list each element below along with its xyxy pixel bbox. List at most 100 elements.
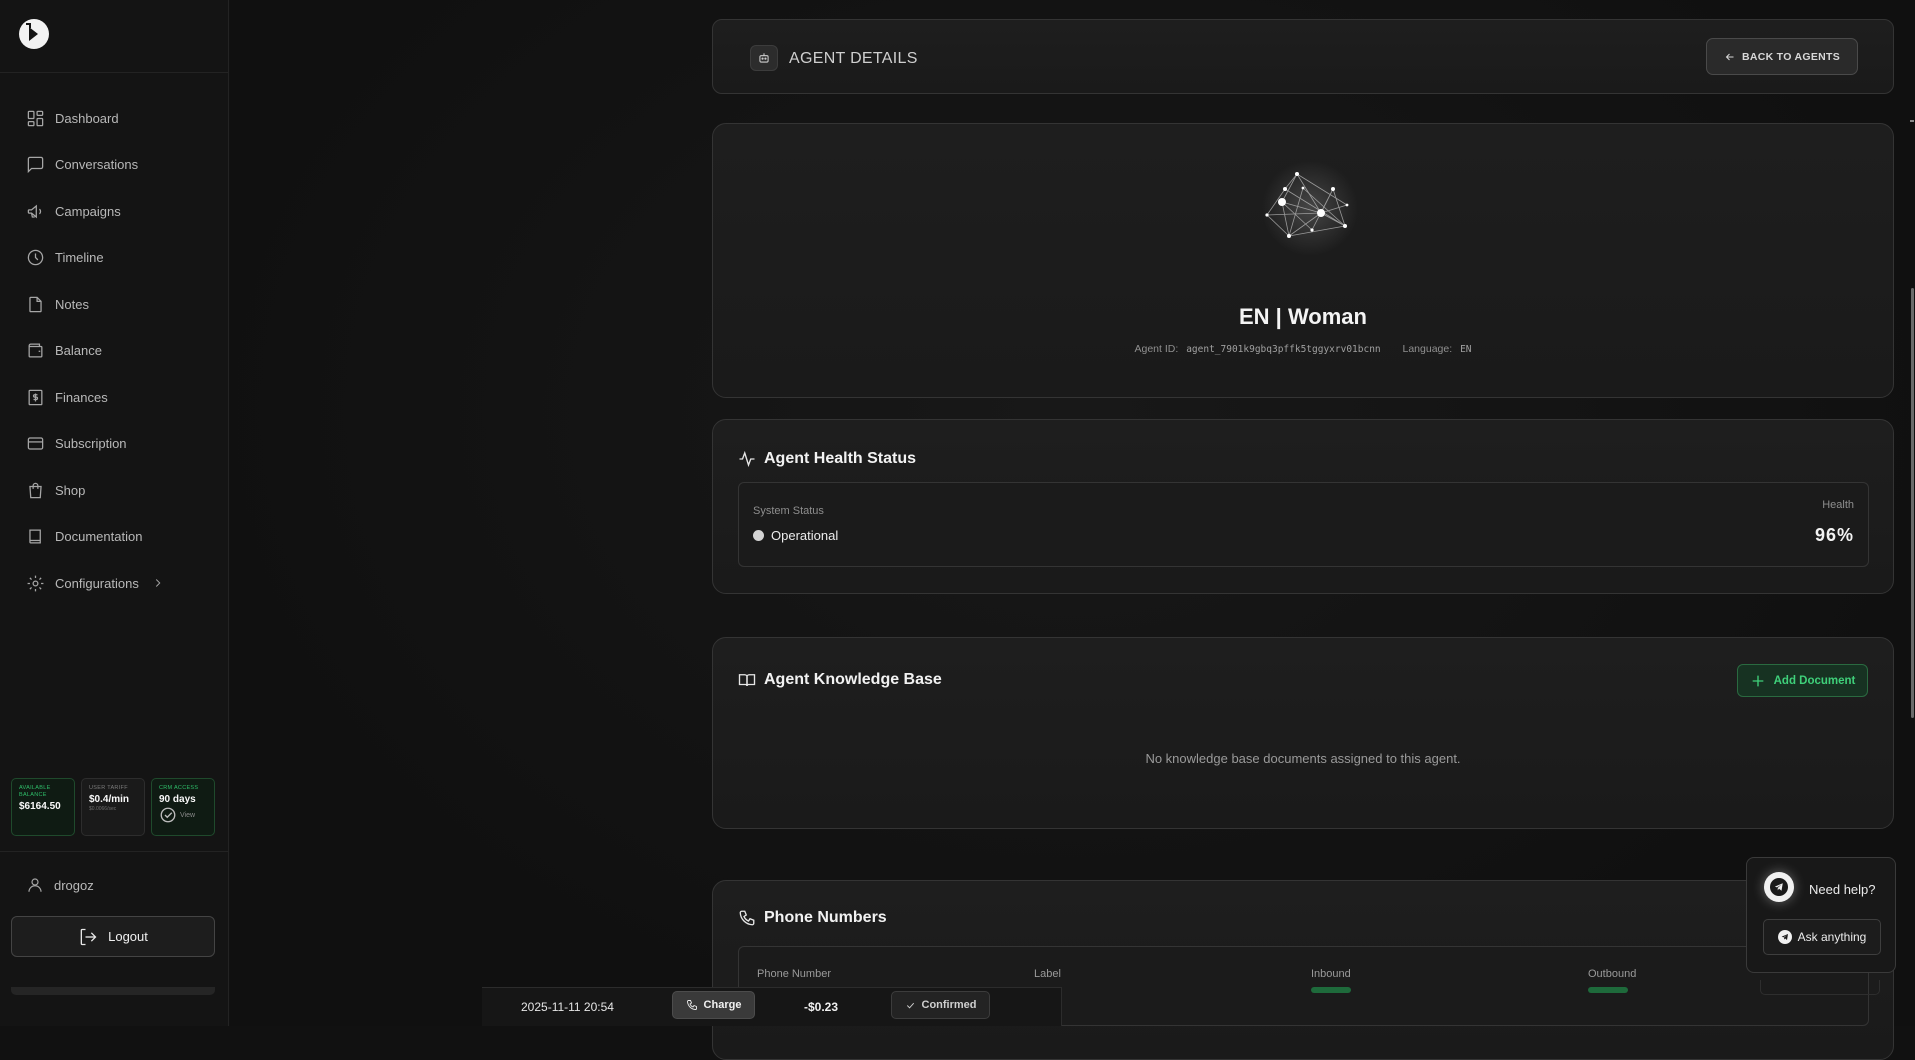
sidebar-item-label: Finances xyxy=(55,389,108,405)
agent-meta: Agent ID: agent_7901k9gbq3pffk5tggyxrv01… xyxy=(713,343,1893,355)
sidebar-nav: Dashboard Conversations Campaigns Timeli… xyxy=(0,95,229,607)
page-title: AGENT DETAILS xyxy=(789,50,918,67)
message-square-icon xyxy=(27,156,44,174)
sidebar-item-timeline[interactable]: Timeline xyxy=(0,235,229,282)
user-profile[interactable]: drogoz xyxy=(26,876,94,894)
sidebar-item-campaigns[interactable]: Campaigns xyxy=(0,188,229,235)
file-icon xyxy=(29,296,42,313)
activity-icon xyxy=(739,450,755,468)
user-icon xyxy=(28,878,42,892)
col-label: Label xyxy=(1034,968,1061,980)
system-status: Operational xyxy=(753,528,838,543)
logout-button[interactable]: Logout xyxy=(11,916,215,957)
agent-profile-card: EN | Woman Agent ID: agent_7901k9gbq3pff… xyxy=(712,123,1894,398)
sidebar-item-label: Shop xyxy=(55,482,86,498)
sidebar-item-subscription[interactable]: Subscription xyxy=(0,421,229,468)
dollar-square-icon xyxy=(28,389,43,406)
back-to-agents-button[interactable]: BACK TO AGENTS xyxy=(1706,38,1858,75)
balance-stat-value: $6164.50 xyxy=(19,801,61,812)
sidebar-item-finances[interactable]: Finances xyxy=(0,374,229,421)
transaction-type: Charge xyxy=(703,999,742,1011)
knowledge-title-text: Agent Knowledge Base xyxy=(764,671,942,688)
crm-stat-label: CRM Access xyxy=(159,785,199,791)
status-dot-icon xyxy=(753,530,764,541)
app-logo-icon[interactable] xyxy=(18,18,50,50)
phone-numbers-card: Phone Numbers Phone Number Label Inbound… xyxy=(712,880,1894,1060)
col-inbound: Inbound xyxy=(1311,968,1351,980)
tariff-stat[interactable]: User Tariff $0.4/min $0.0066/sec xyxy=(81,778,145,836)
transaction-amount: -$0.23 xyxy=(804,1000,839,1014)
sidebar-item-label: Campaigns xyxy=(55,203,121,219)
sidebar-item-notes[interactable]: Notes xyxy=(0,281,229,328)
sidebar-item-dashboard[interactable]: Dashboard xyxy=(0,95,229,142)
sidebar-item-shop[interactable]: Shop xyxy=(0,467,229,514)
agent-name: EN | Woman xyxy=(1239,304,1367,329)
language-label: Language: xyxy=(1402,343,1453,355)
credit-card-icon xyxy=(27,437,44,450)
username: drogoz xyxy=(54,877,94,893)
health-section-title: Agent Health Status xyxy=(738,450,916,468)
col-phone-number: Phone Number xyxy=(757,968,831,980)
transaction-date: 2025-11-11 20:54 xyxy=(521,1000,614,1014)
clock-icon xyxy=(27,249,44,266)
transaction-type-badge: Charge xyxy=(672,991,755,1019)
logout-icon xyxy=(80,928,97,945)
crm-view-label: View xyxy=(180,811,196,819)
ask-anything-button[interactable]: Ask anything xyxy=(1763,919,1881,955)
tariff-stat-sub: $0.0066/sec xyxy=(89,806,117,812)
dashboard-icon xyxy=(27,110,44,127)
col-outbound: Outbound xyxy=(1588,968,1637,980)
scrollbar-thumb[interactable] xyxy=(1911,288,1914,718)
language-value: EN xyxy=(1460,344,1472,355)
transaction-status-badge: Confirmed xyxy=(891,991,990,1019)
agent-id-value[interactable]: agent_7901k9gbq3pffk5tggyxrv01bcnn xyxy=(1186,344,1380,355)
back-label: BACK TO AGENTS xyxy=(1741,50,1841,63)
tariff-stat-value: $0.4/min xyxy=(89,794,130,805)
phone-section-title: Phone Numbers xyxy=(738,909,887,927)
help-title: Need help? xyxy=(1809,882,1876,897)
book-open-icon xyxy=(738,674,756,687)
balance-stat[interactable]: Available Balance $6164.50 xyxy=(11,778,75,836)
chevron-right-icon[interactable] xyxy=(151,576,165,590)
sidebar-item-documentation[interactable]: Documentation xyxy=(0,514,229,561)
sidebar-item-label: Configurations xyxy=(55,575,139,591)
crm-stat-value: 90 days xyxy=(159,794,196,805)
health-panel: System Status Operational Health 96% xyxy=(738,482,1869,567)
wallet-icon xyxy=(28,343,43,358)
phone-title-text: Phone Numbers xyxy=(764,909,887,926)
phone-icon xyxy=(739,910,755,926)
page-header: AGENT DETAILS BACK TO AGENTS xyxy=(712,19,1894,94)
add-document-label: Add Document xyxy=(1773,674,1856,687)
add-document-button[interactable]: Add Document xyxy=(1737,664,1868,697)
sidebar-item-balance[interactable]: Balance xyxy=(0,328,229,375)
arrow-left-icon xyxy=(1725,53,1734,60)
sidebar-item-label: Documentation xyxy=(55,529,143,545)
telegram-small-icon xyxy=(1777,930,1792,944)
sidebar-item-label: Balance xyxy=(55,343,102,359)
help-widget-stub xyxy=(1760,980,1880,995)
crm-view-link[interactable]: View xyxy=(159,806,207,824)
health-value: 96% xyxy=(1814,525,1854,545)
robot-icon xyxy=(750,45,778,71)
logo-area xyxy=(0,0,228,73)
sidebar-divider xyxy=(0,851,229,852)
system-status-label: System Status xyxy=(753,505,824,517)
system-status-value: Operational xyxy=(771,528,839,543)
sidebar-item-label: Subscription xyxy=(55,436,127,452)
logout-label: Logout xyxy=(108,929,148,944)
account-stats: Available Balance $6164.50 User Tariff $… xyxy=(11,778,215,836)
sidebar-item-conversations[interactable]: Conversations xyxy=(0,142,229,189)
health-label: Health xyxy=(1822,499,1854,511)
book-icon xyxy=(29,529,41,544)
inbound-badge xyxy=(1311,987,1351,993)
crm-stat[interactable]: CRM Access 90 days View xyxy=(151,778,215,836)
sidebar-item-configurations[interactable]: Configurations xyxy=(0,560,229,607)
plus-icon xyxy=(1752,675,1763,686)
sidebar-item-label: Timeline xyxy=(55,250,104,266)
megaphone-icon xyxy=(27,204,42,219)
check-circle-icon xyxy=(160,807,176,823)
knowledge-empty-state: No knowledge base documents assigned to … xyxy=(1145,751,1461,766)
scrollbar-arrow[interactable] xyxy=(1910,120,1914,122)
sidebar-item-label: Conversations xyxy=(55,157,139,173)
main-content: AGENT DETAILS BACK TO AGENTS EN | Woman … xyxy=(230,0,1915,1060)
